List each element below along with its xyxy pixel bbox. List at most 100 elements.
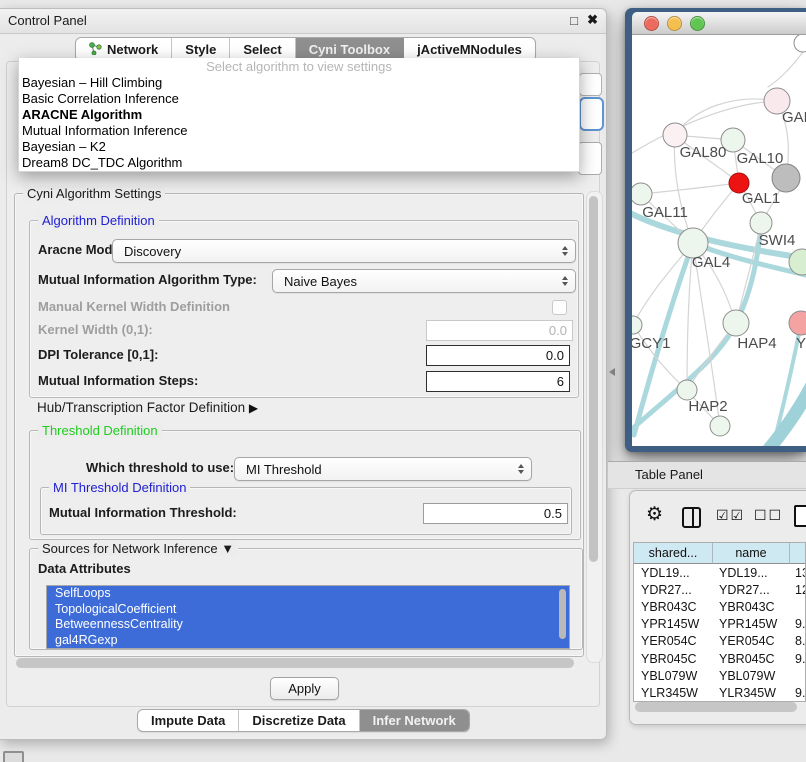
stepper-arrows-icon xyxy=(562,276,568,286)
mi-threshold-value: 0.5 xyxy=(544,506,562,521)
list-scrollbar-thumb[interactable] xyxy=(559,589,566,639)
network-node[interactable] xyxy=(632,316,642,334)
dpi-tolerance-field[interactable]: 0.0 xyxy=(426,345,570,366)
manual-kernel-checkbox[interactable] xyxy=(552,300,567,315)
table-row[interactable]: YDL19...YDL19...13 xyxy=(634,564,805,581)
table-cell xyxy=(788,598,806,615)
mi-type-combo[interactable]: Naive Bayes xyxy=(272,269,576,293)
close-traffic-light-icon[interactable] xyxy=(644,16,659,31)
sources-group: Sources for Network Inference ▼ Data Att… xyxy=(29,548,583,650)
table-cell: YDL19... xyxy=(712,564,788,581)
network-node-label: GAL1 xyxy=(742,190,780,207)
tab-infer-network[interactable]: Infer Network xyxy=(360,710,469,731)
control-panel-titlebar: Control Panel □ ✖ xyxy=(0,9,606,34)
mi-steps-field[interactable]: 6 xyxy=(426,371,570,392)
deselect-all-checkboxes-icon[interactable]: ☐☐ xyxy=(754,507,783,524)
tab-label: Infer Network xyxy=(373,713,456,728)
threshold-definition-legend: Threshold Definition xyxy=(38,423,162,438)
sources-legend[interactable]: Sources for Network Inference ▼ xyxy=(38,541,238,556)
corner-widget-icon[interactable] xyxy=(3,751,24,762)
stepper-arrows-icon xyxy=(562,246,568,256)
table-column-header[interactable]: name xyxy=(713,543,790,564)
table-row[interactable]: YBR043CYBR043C xyxy=(634,598,805,615)
data-attribute-item[interactable]: BetweennessCentrality xyxy=(47,617,569,633)
network-node[interactable] xyxy=(710,416,730,436)
algorithm-popup-item[interactable]: Basic Correlation Inference xyxy=(19,91,579,107)
table-cell: YDL19... xyxy=(634,564,712,581)
mi-threshold-group: MI Threshold Definition Mutual Informati… xyxy=(40,487,572,535)
select-all-checkboxes-icon[interactable]: ☑☑ xyxy=(716,507,745,524)
data-attribute-item[interactable]: gal4RGexp xyxy=(47,633,569,649)
panel-resize-handle[interactable] xyxy=(609,368,615,376)
network-node-label: HAP4 xyxy=(737,335,776,352)
settings-hscroll-thumb[interactable] xyxy=(16,658,574,668)
table-hscroll-thumb[interactable] xyxy=(635,702,797,712)
minimize-traffic-light-icon[interactable] xyxy=(667,16,682,31)
table-body: YDL19...YDL19...13YDR27...YDR27...12YBR0… xyxy=(634,564,805,702)
new-table-icon[interactable] xyxy=(794,505,806,527)
table-column-header[interactable]: A xyxy=(790,543,806,564)
desktop: Control Panel □ ✖ NetworkStyleSelectCyni… xyxy=(0,0,806,762)
table-cell: YLR345W xyxy=(712,684,788,701)
data-attribute-item[interactable]: SelfLoops xyxy=(47,586,569,602)
algorithm-popup-item[interactable]: Dream8 DC_TDC Algorithm xyxy=(19,155,579,171)
network-node-label: GAL10 xyxy=(737,150,784,167)
table-row[interactable]: YPR145WYPR145W9. xyxy=(634,616,805,633)
kernel-width-field: 0.0 xyxy=(426,320,573,341)
close-icon[interactable]: ✖ xyxy=(587,12,598,28)
table-cell: 9. xyxy=(788,616,806,633)
apply-button[interactable]: Apply xyxy=(270,677,339,700)
table-horizontal-scrollbar[interactable] xyxy=(634,701,803,713)
mi-threshold-legend: MI Threshold Definition xyxy=(49,480,190,495)
data-attributes-items: SelfLoopsTopologicalCoefficientBetweenne… xyxy=(47,586,569,648)
settings-vertical-scrollbar[interactable] xyxy=(586,191,603,663)
table-row[interactable]: YDR27...YDR27...12 xyxy=(634,581,805,598)
zoom-traffic-light-icon[interactable] xyxy=(690,16,705,31)
mi-steps-value: 6 xyxy=(557,374,564,389)
data-attribute-item[interactable]: TopologicalCoefficient xyxy=(47,602,569,618)
network-node[interactable] xyxy=(789,311,806,335)
table-row[interactable]: YER054CYER054C8. xyxy=(634,633,805,650)
algorithm-popup-item[interactable]: Bayesian – K2 xyxy=(19,139,579,155)
network-node[interactable] xyxy=(723,310,749,336)
algorithm-popup-item[interactable]: ARACNE Algorithm xyxy=(19,107,579,123)
hub-definition-toggle[interactable]: Hub/Transcription Factor Definition ▶ xyxy=(37,400,258,415)
gear-icon[interactable]: ⚙ xyxy=(646,503,663,526)
network-canvas[interactable]: GALGAL80GAL10GAL1GAL11SWI4GAL4GCY1HAP4YH… xyxy=(632,35,806,446)
which-threshold-value: MI Threshold xyxy=(246,462,322,477)
table-row[interactable]: YBL079WYBL079W xyxy=(634,667,805,684)
algorithm-popup-list: Bayesian – Hill ClimbingBasic Correlatio… xyxy=(19,75,579,171)
table-row[interactable]: YLR345WYLR345W9. xyxy=(634,684,805,701)
settings-vscroll-thumb[interactable] xyxy=(589,196,598,562)
tab-discretize-data[interactable]: Discretize Data xyxy=(239,710,359,731)
table-cell: 13 xyxy=(788,564,806,581)
aracne-mode-combo[interactable]: Discovery xyxy=(112,239,576,263)
table-panel-titlebar: Table Panel xyxy=(608,461,806,489)
network-node[interactable] xyxy=(677,380,697,400)
tab-label: jActiveMNodules xyxy=(417,42,522,57)
which-threshold-combo[interactable]: MI Threshold xyxy=(234,457,532,481)
settings-horizontal-scrollbar[interactable] xyxy=(14,657,584,669)
node-table: shared...nameA YDL19...YDL19...13YDR27..… xyxy=(633,542,806,702)
cyni-algorithm-settings-group: Cyni Algorithm Settings Algorithm Defini… xyxy=(14,193,584,657)
dpi-tolerance-value: 0.0 xyxy=(546,348,564,363)
algorithm-popup: Select algorithm to view settings Bayesi… xyxy=(18,58,580,172)
tab-label: Cyni Toolbox xyxy=(309,42,390,57)
network-node[interactable] xyxy=(772,164,800,192)
network-node[interactable] xyxy=(794,35,806,52)
algorithm-popup-item[interactable]: Mutual Information Inference xyxy=(19,123,579,139)
tab-impute-data[interactable]: Impute Data xyxy=(138,710,239,731)
tab-label: Discretize Data xyxy=(252,713,345,728)
column-layout-icon[interactable] xyxy=(682,507,701,528)
table-cell: YPR145W xyxy=(712,616,788,633)
float-window-icon[interactable]: □ xyxy=(570,13,578,28)
expanded-arrow-icon: ▼ xyxy=(221,541,234,556)
network-node[interactable] xyxy=(750,212,772,234)
mi-threshold-label: Mutual Information Threshold: xyxy=(49,502,237,523)
table-column-header[interactable]: shared... xyxy=(634,543,713,564)
data-attributes-list: SelfLoopsTopologicalCoefficientBetweenne… xyxy=(46,585,570,649)
table-row[interactable]: YBR045CYBR045C9. xyxy=(634,650,805,667)
network-node[interactable] xyxy=(632,183,652,205)
mi-threshold-field[interactable]: 0.5 xyxy=(423,503,568,524)
algorithm-popup-item[interactable]: Bayesian – Hill Climbing xyxy=(19,75,579,91)
